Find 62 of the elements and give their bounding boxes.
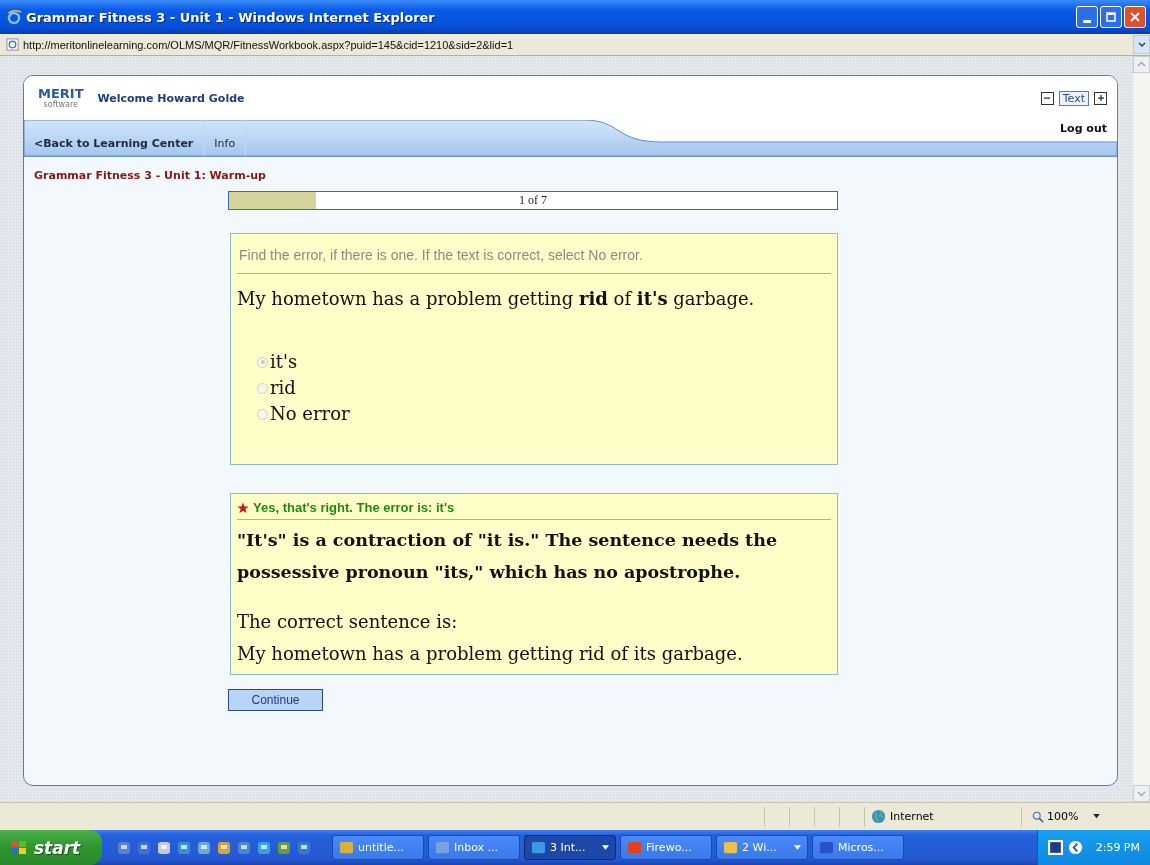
quick-launch-icon[interactable] (296, 839, 312, 856)
quick-launch-icon[interactable] (176, 839, 192, 856)
security-zone: Internet (890, 810, 934, 823)
app-icon (339, 840, 354, 855)
close-button[interactable] (1124, 6, 1146, 28)
taskbar-button[interactable]: Micros... (812, 835, 904, 860)
maximize-icon (1106, 12, 1116, 22)
taskbar-button[interactable]: untitle... (332, 835, 424, 860)
welcome-text: Welcome Howard Golde (97, 91, 245, 105)
zoom-icon (1032, 810, 1044, 823)
progress-label: 1 of 7 (519, 193, 547, 208)
quick-launch-icon[interactable] (236, 839, 252, 856)
start-button[interactable]: start (0, 830, 102, 865)
address-dropdown[interactable] (1133, 35, 1150, 54)
expand-tray-icon[interactable] (1067, 840, 1083, 855)
logo-text: MERIT (38, 87, 84, 100)
quick-launch-icon[interactable] (256, 839, 272, 856)
feedback-headline: Yes, that's right. The error is: it's (253, 500, 455, 515)
correct-sentence: My hometown has a problem getting rid of its garbage. (237, 642, 744, 666)
maximize-button[interactable] (1100, 6, 1122, 28)
app-icon (627, 840, 642, 855)
decrease-text-button[interactable] (1040, 91, 1054, 105)
lesson-title: Grammar Fitness 3 - Unit 1: Warm-up (34, 169, 267, 182)
window-title: Grammar Fitness 3 - Unit 1 - Windows Internet Explorer (26, 9, 435, 25)
caret-icon (1093, 814, 1101, 819)
app-icon (819, 840, 834, 855)
quick-launch-icon[interactable] (276, 839, 292, 856)
quick-launch-icon[interactable] (216, 839, 232, 856)
browser-icon (6, 9, 22, 25)
star-icon (237, 501, 249, 514)
quick-launch-icon[interactable] (136, 839, 152, 856)
plus-icon (1096, 94, 1105, 102)
logout-link[interactable]: Log out (1060, 122, 1107, 135)
nav-tab[interactable]: <Back to Learning Center (24, 120, 205, 156)
taskbar-button[interactable]: Firewo... (620, 835, 712, 860)
increase-text-button[interactable] (1094, 91, 1107, 105)
app-icon (531, 840, 546, 855)
continue-button[interactable]: Continue (228, 689, 323, 711)
minimize-icon (1083, 19, 1091, 23)
taskbar-button[interactable]: Inbox ... (428, 835, 520, 860)
quick-launch-icon[interactable] (116, 839, 132, 856)
correct-label: The correct sentence is: (237, 610, 459, 634)
app-icon (723, 840, 738, 855)
quick-launch-icon[interactable] (196, 839, 212, 856)
windows-flag-icon (10, 839, 28, 856)
explanation-text: "It's" is a contraction of "it is." The sentence needs the possessive pronoun "its," which has no apostrophe. (237, 529, 779, 584)
clock: 2:59 PM (1095, 841, 1140, 854)
quick-launch-icon[interactable] (156, 839, 172, 856)
logo-subtext: software (43, 100, 78, 109)
nav-tab[interactable]: Info (204, 120, 247, 156)
taskbar-button[interactable]: 2 Wi... (716, 835, 808, 860)
zoom-control[interactable]: 100% (1021, 806, 1150, 827)
instruction-text: Find the error, if there is one. If the text is correct, select No error. (237, 234, 831, 274)
question-sentence: My hometown has a problem getting rid of it's garbage. (237, 287, 756, 309)
app-icon (435, 840, 450, 855)
globe-icon (871, 809, 886, 824)
chevron-down-icon (1137, 41, 1146, 48)
close-icon (1130, 12, 1140, 22)
minimize-button[interactable] (1076, 6, 1098, 28)
taskbar-button[interactable]: 3 Int... (524, 835, 616, 860)
page-icon (6, 38, 19, 51)
text-size-label[interactable]: Text (1058, 90, 1089, 106)
